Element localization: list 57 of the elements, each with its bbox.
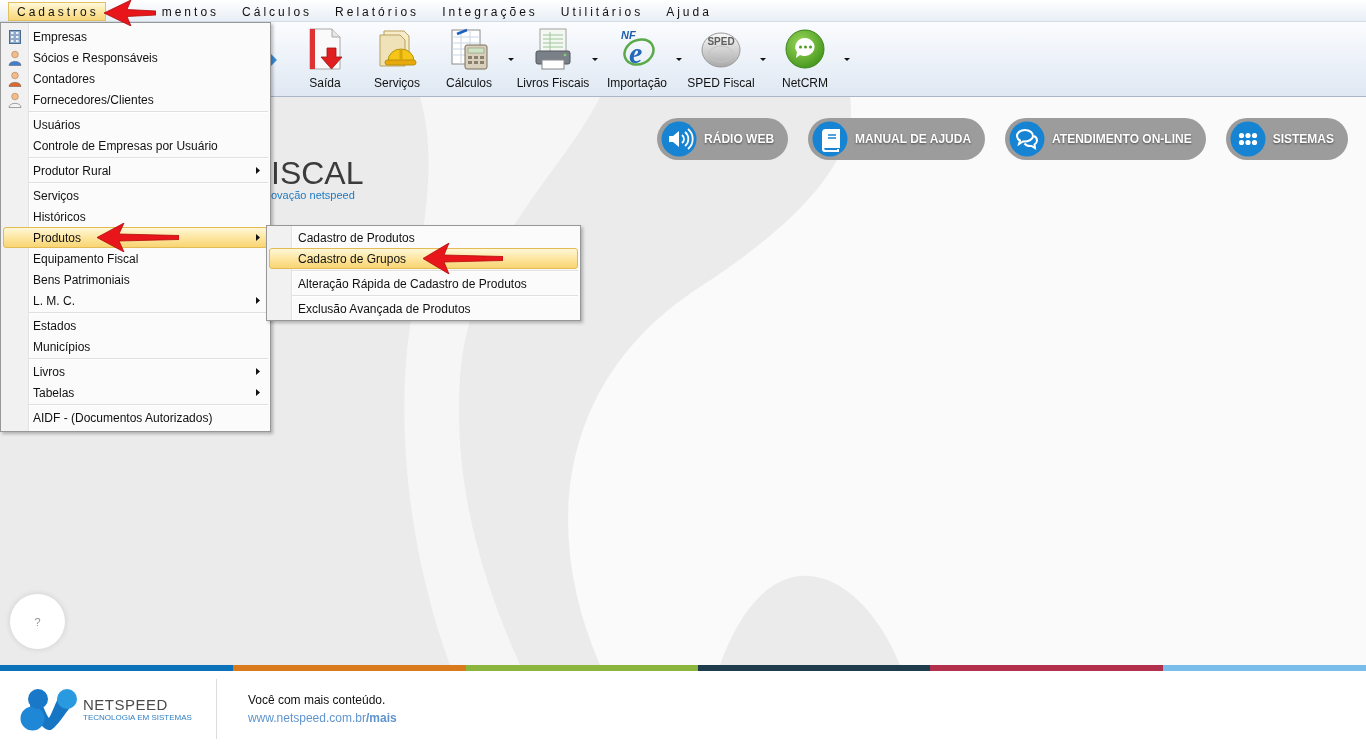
menu-item[interactable]: Exclusão Avançada de Produtos xyxy=(269,298,578,319)
menu-item[interactable]: Bens Patrimoniais xyxy=(3,269,268,290)
menu-bar-item[interactable]: Integrações xyxy=(433,2,545,21)
grid-dots-icon xyxy=(1229,121,1266,157)
person-icon xyxy=(7,49,23,66)
menu-item[interactable]: Produtor Rural xyxy=(3,160,268,181)
book-icon xyxy=(812,121,849,157)
menu-item[interactable]: Estados xyxy=(3,315,268,336)
logo-wordmark: ISCAL xyxy=(271,157,364,189)
menu-item[interactable]: Históricos xyxy=(3,206,268,227)
toolbar-button[interactable]: Serviços xyxy=(361,22,433,90)
arrow-tip-icon xyxy=(271,54,277,66)
toolbar-button[interactable]: Cálculos xyxy=(433,22,505,90)
brand-tagline: TECNOLOGIA EM SISTEMAS xyxy=(83,712,192,723)
menu-item[interactable]: Municípios xyxy=(3,336,268,357)
menu-item[interactable]: Alteração Rápida de Cadastro de Produtos xyxy=(269,273,578,294)
calculator-icon xyxy=(449,27,489,71)
building-icon xyxy=(7,28,23,45)
person-icon xyxy=(7,70,23,87)
menu-item[interactable]: Sócios e Responsáveis xyxy=(3,47,268,68)
menu-item[interactable]: Fornecedores/Clientes xyxy=(3,89,268,110)
menu-bar-item[interactable]: Relatórios xyxy=(326,2,427,21)
menu-item[interactable]: Contadores xyxy=(3,68,268,89)
menu-item[interactable]: Usuários xyxy=(3,114,268,135)
menu-item[interactable]: Serviços xyxy=(3,185,268,206)
menu-bar-item[interactable]: Utilitários xyxy=(551,2,651,21)
netspeed-logo-icon xyxy=(20,687,78,731)
toolbar-button[interactable]: Saída xyxy=(289,22,361,90)
toolbar-button[interactable]: NetCRM xyxy=(769,22,841,90)
chat-icon xyxy=(1009,121,1046,157)
logo-tagline: ovação netspeed xyxy=(271,189,356,202)
chat-bubble-icon xyxy=(785,27,825,71)
menu-item[interactable]: Tabelas xyxy=(3,382,268,403)
dropdown-caret-icon[interactable] xyxy=(676,58,682,61)
dropdown-caret-icon[interactable] xyxy=(592,58,598,61)
menu-item[interactable]: Cadastro de Produtos xyxy=(269,227,578,248)
menu-item[interactable]: Equipamento Fiscal xyxy=(3,248,268,269)
dropdown-caret-icon[interactable] xyxy=(844,58,850,61)
menu-item[interactable]: Livros xyxy=(3,361,268,382)
menu-bar-item[interactable]: Cadastros xyxy=(8,2,106,21)
menu-bar-item[interactable]: Cálculos xyxy=(233,2,320,21)
dropdown-caret-icon[interactable] xyxy=(508,58,514,61)
menu-item[interactable]: Controle de Empresas por Usuário xyxy=(3,135,268,156)
speaker-icon xyxy=(661,121,698,157)
toolbar-button[interactable]: Livros Fiscais xyxy=(517,22,589,90)
footer-message: Você com mais conteúdo. xyxy=(247,692,387,708)
menu-item[interactable]: AIDF - (Documentos Autorizados) xyxy=(3,407,268,428)
toolbar-button[interactable]: SPED SPED Fiscal xyxy=(685,22,757,90)
menu-bar-item[interactable]: Ajuda xyxy=(657,2,719,21)
brand-name: NETSPEED xyxy=(83,695,169,713)
menu-item[interactable]: L. M. C. xyxy=(3,290,268,311)
menu-item[interactable]: Empresas xyxy=(3,26,268,47)
annotation-arrow xyxy=(104,0,156,26)
dropdown-caret-icon[interactable] xyxy=(760,58,766,61)
menu-bar-item[interactable]: mentos xyxy=(152,2,227,21)
person-icon xyxy=(7,91,23,108)
printer-icon xyxy=(533,27,573,71)
